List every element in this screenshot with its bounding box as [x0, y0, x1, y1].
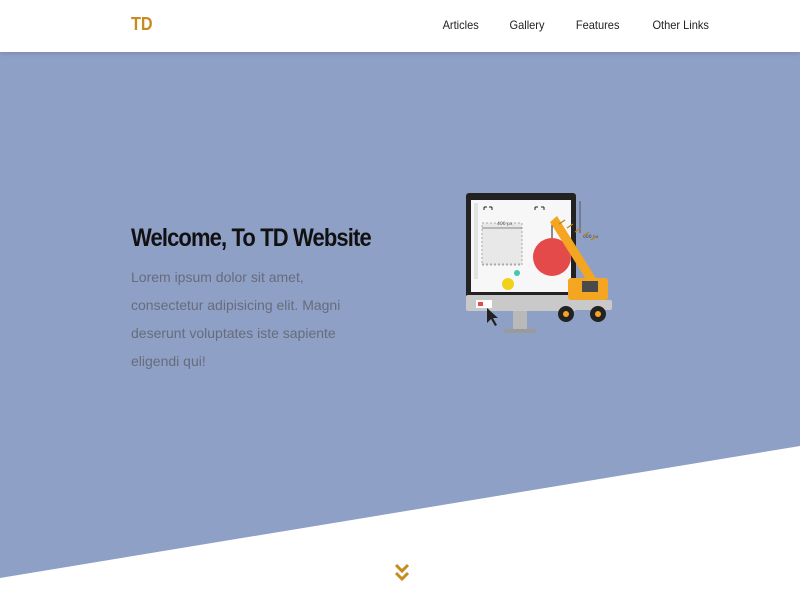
hero-section: Welcome, To TD Website Lorem ipsum dolor… — [131, 224, 391, 375]
width-label: 400 px — [497, 221, 513, 227]
double-chevron-down-icon[interactable] — [394, 562, 410, 584]
nav-other-links[interactable]: Other Links — [652, 18, 708, 32]
site-header: TD Articles Gallery Features Other Links — [0, 0, 800, 52]
nav-gallery[interactable]: Gallery — [510, 18, 545, 32]
nav-features[interactable]: Features — [576, 18, 620, 32]
hero-description: Lorem ipsum dolor sit amet, consectetur … — [131, 269, 341, 369]
monitor-stand — [513, 311, 527, 329]
web-design-illustration: 400 px 600 px — [466, 193, 612, 333]
nav-articles[interactable]: Articles — [443, 18, 479, 32]
monitor-foot — [504, 329, 536, 333]
site-logo[interactable]: TD — [131, 14, 153, 35]
hero-title: Welcome, To TD Website — [131, 224, 372, 252]
main-nav: Articles Gallery Features Other Links — [441, 18, 711, 32]
hero-background — [0, 52, 800, 578]
